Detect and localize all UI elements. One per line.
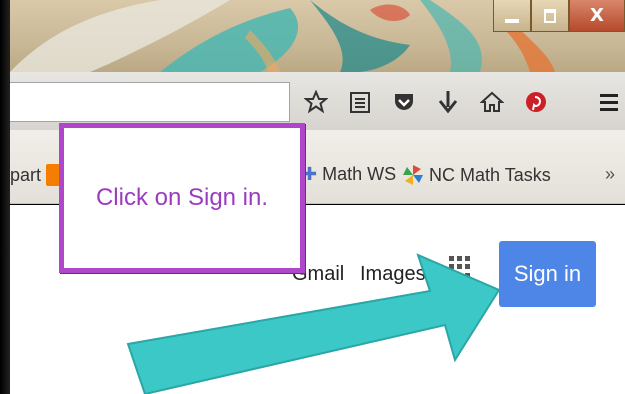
browser-screenshot: X part ✚ Math WS NC Math Tasks » Gmail I… <box>0 0 625 394</box>
instruction-callout: Click on Sign in. <box>59 123 305 273</box>
callout-text: Click on Sign in. <box>95 184 269 211</box>
